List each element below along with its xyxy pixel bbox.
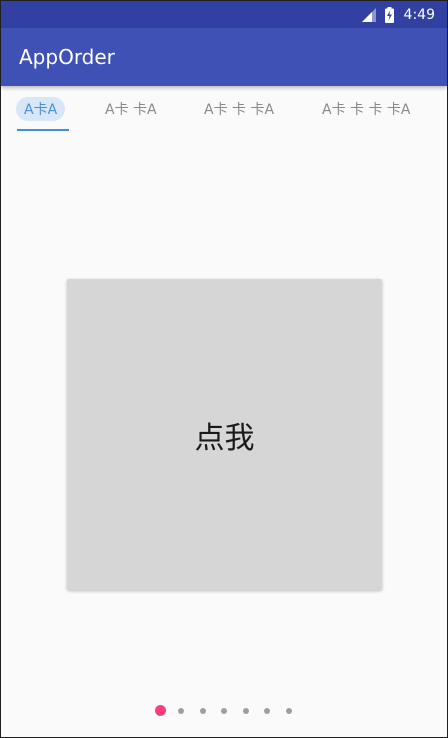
tab-indicator bbox=[17, 129, 69, 131]
signal-icon bbox=[361, 7, 376, 22]
device-frame: 4:49 AppOrder A卡A A卡 卡A A卡 卡 卡A A卡 卡 卡 卡… bbox=[0, 0, 448, 738]
page-dot-4[interactable] bbox=[221, 708, 227, 714]
battery-charging-icon bbox=[384, 6, 394, 23]
app-title: AppOrder bbox=[19, 45, 115, 69]
tab-4[interactable]: A卡 卡 卡 卡A bbox=[322, 97, 411, 121]
page-dot-6[interactable] bbox=[264, 708, 270, 714]
page-dot-2[interactable] bbox=[178, 708, 184, 714]
tab-3[interactable]: A卡 卡 卡A bbox=[204, 97, 274, 121]
status-time: 4:49 bbox=[403, 6, 435, 23]
status-bar: 4:49 bbox=[1, 1, 447, 28]
card-label: 点我 bbox=[194, 420, 255, 456]
tab-strip: A卡A A卡 卡A A卡 卡 卡A A卡 卡 卡 卡A bbox=[1, 87, 447, 135]
tab-2[interactable]: A卡 卡A bbox=[105, 97, 157, 121]
click-me-card[interactable]: 点我 bbox=[67, 279, 382, 590]
page-dot-7[interactable] bbox=[286, 708, 292, 714]
page-dot-1[interactable] bbox=[155, 705, 166, 716]
page-dot-3[interactable] bbox=[200, 708, 206, 714]
tab-1[interactable]: A卡A bbox=[16, 97, 66, 121]
page-indicator bbox=[1, 705, 447, 719]
page-dot-5[interactable] bbox=[243, 708, 249, 714]
app-bar: AppOrder bbox=[1, 28, 447, 86]
